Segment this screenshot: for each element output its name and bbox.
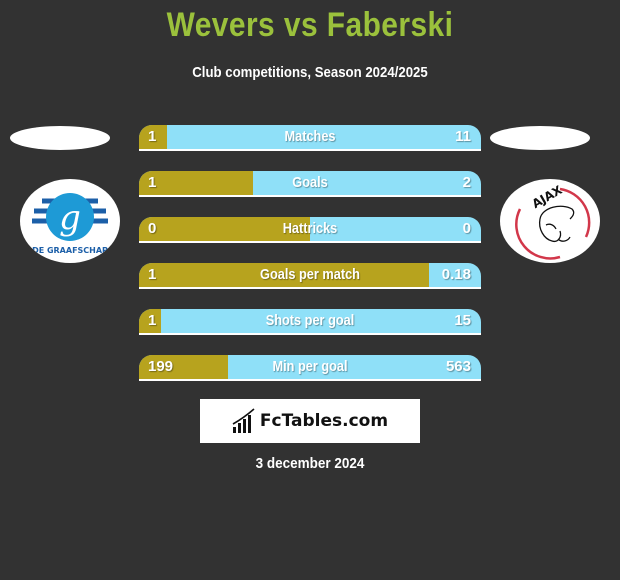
de-graafschap-logo: g DE GRAAFSCHAP bbox=[20, 179, 120, 263]
page-title: Wevers vs Faberski bbox=[166, 6, 454, 44]
right-player-placeholder bbox=[490, 126, 590, 150]
stat-label: Min per goal bbox=[272, 358, 348, 375]
brand-name: FcTables.com bbox=[259, 411, 389, 431]
stat-label: Shots per goal bbox=[265, 312, 355, 329]
stat-row-matches: 1 Matches 11 bbox=[139, 125, 481, 151]
right-value: 0 bbox=[462, 220, 471, 237]
svg-text:g: g bbox=[59, 198, 81, 238]
page-subtitle: Club competitions, Season 2024/2025 bbox=[192, 64, 428, 81]
right-value: 563 bbox=[445, 358, 471, 375]
stat-label: Matches bbox=[284, 128, 336, 145]
stat-label: Hattricks bbox=[282, 220, 338, 237]
right-value: 11 bbox=[455, 128, 471, 145]
right-value: 0.18 bbox=[441, 266, 471, 283]
stat-row-min-per-goal: 199 Min per goal 563 bbox=[139, 355, 481, 381]
stat-label: Goals bbox=[292, 174, 328, 191]
left-value: 1 bbox=[148, 128, 157, 145]
left-value: 0 bbox=[148, 220, 157, 237]
stat-label: Goals per match bbox=[260, 266, 360, 283]
fctables-brand-link[interactable]: FcTables.com bbox=[200, 399, 420, 443]
right-value: 15 bbox=[454, 312, 471, 329]
stat-row-hattricks: 0 Hattricks 0 bbox=[139, 217, 481, 243]
right-value: 2 bbox=[462, 174, 471, 191]
stat-row-shots-per-goal: 1 Shots per goal 15 bbox=[139, 309, 481, 335]
left-value: 1 bbox=[148, 312, 157, 329]
bar-chart-icon bbox=[232, 408, 255, 433]
left-value: 1 bbox=[148, 174, 157, 191]
report-date: 3 december 2024 bbox=[255, 455, 365, 472]
ajax-logo: AJAX bbox=[500, 179, 600, 263]
stat-row-goals-per-match: 1 Goals per match 0.18 bbox=[139, 263, 481, 289]
left-player-placeholder bbox=[10, 126, 110, 150]
left-value: 1 bbox=[148, 266, 157, 283]
logo-text: DE GRAAFSCHAP bbox=[32, 246, 108, 255]
stat-row-goals: 1 Goals 2 bbox=[139, 171, 481, 197]
